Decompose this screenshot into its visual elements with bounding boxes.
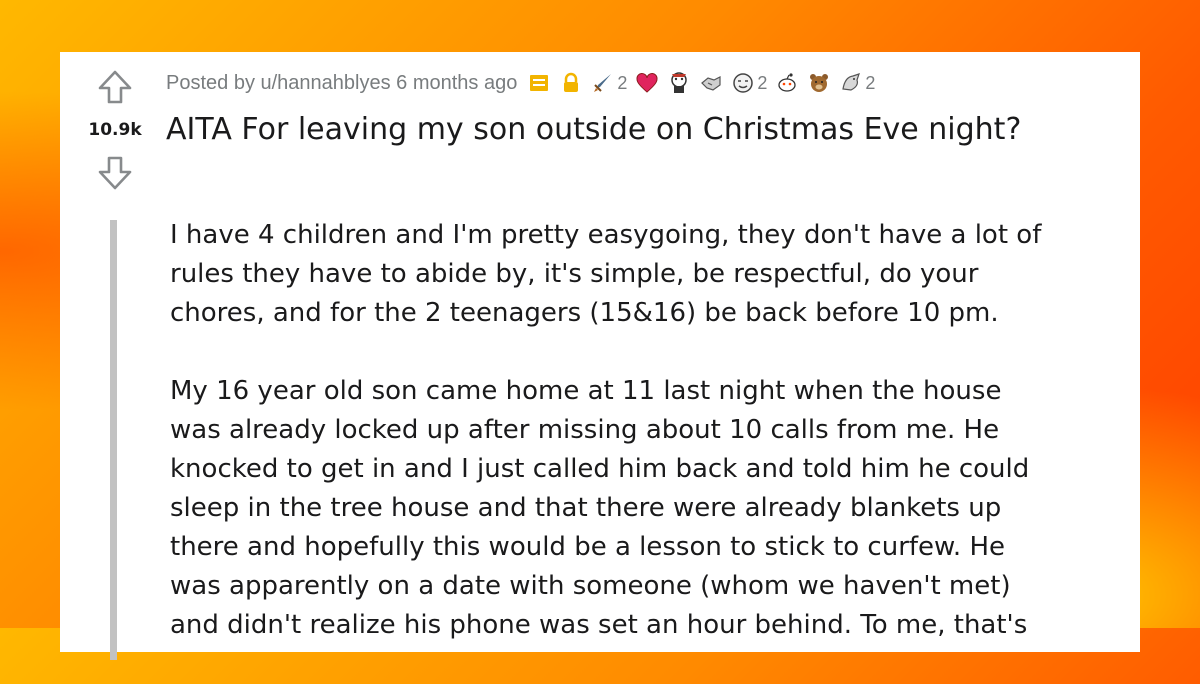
post-meta: Posted by u/hannahblyes 6 months ago 2 2… [166,68,883,98]
post-body: I have 4 children and I'm pretty easygoi… [170,216,1130,684]
posted-by-text[interactable]: Posted by u/hannahblyes 6 months ago [166,72,517,95]
lock-icon [559,71,583,95]
sword-award-icon: 2 [591,71,627,95]
body-paragraph: My 16 year old son came home at 11 last … [170,376,1030,640]
heart-award-icon [635,71,659,95]
upvote-arrow-icon [98,70,132,104]
snoo-award-icon [775,71,799,95]
awards-row[interactable]: 2 2 2 [527,71,883,95]
downvote-arrow-icon [98,156,132,190]
blockquote-bar [110,220,117,660]
wholesome-award-icon [667,71,691,95]
face-award-icon: 2 [731,71,767,95]
dragon-award-icon: 2 [839,71,875,95]
handshake-award-icon [699,71,723,95]
vote-score: 10.9k [88,120,142,140]
bear-award-icon [807,71,831,95]
downvote-button[interactable] [96,154,134,192]
body-paragraph: I have 4 children and I'm pretty easygoi… [170,220,1042,328]
archive-icon [527,71,551,95]
post-card: 10.9k Posted by u/hannahblyes 6 months a… [60,52,1140,660]
post-title[interactable]: AITA For leaving my son outside on Chris… [166,112,1126,147]
upvote-button[interactable] [96,68,134,106]
